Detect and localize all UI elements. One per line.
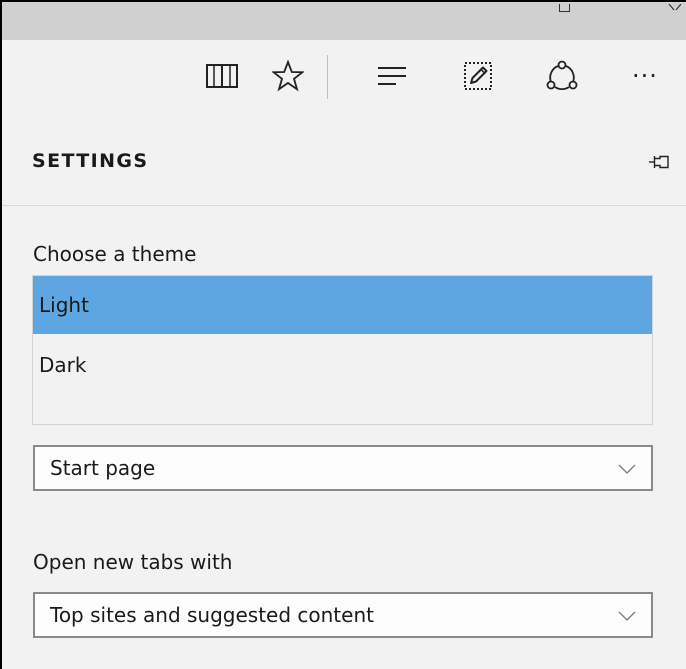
close-icon[interactable] <box>668 4 682 14</box>
theme-option-light[interactable]: Light <box>33 276 652 334</box>
browser-toolbar: ··· <box>2 40 686 119</box>
pin-icon[interactable] <box>649 154 669 170</box>
hub-icon[interactable] <box>370 54 414 98</box>
open-with-value: Start page <box>50 456 156 480</box>
title-bar <box>2 2 686 40</box>
new-tabs-value: Top sites and suggested content <box>50 603 374 627</box>
theme-option-dark[interactable]: Dark <box>33 336 652 394</box>
settings-header: SETTINGS <box>2 119 686 206</box>
theme-label: Choose a theme <box>33 242 197 266</box>
new-tabs-label: Open new tabs with <box>33 550 233 574</box>
settings-title: SETTINGS <box>32 150 149 172</box>
settings-pane: SETTINGS Choose a theme Light Dark Start… <box>2 119 686 669</box>
chevron-down-icon <box>618 464 636 474</box>
reading-view-icon[interactable] <box>200 54 244 98</box>
share-icon[interactable] <box>540 54 584 98</box>
new-tabs-select[interactable]: Top sites and suggested content <box>33 592 653 638</box>
restore-icon[interactable] <box>559 4 570 12</box>
favorites-star-icon[interactable] <box>266 54 310 98</box>
web-note-icon[interactable] <box>456 54 500 98</box>
theme-dropdown-list[interactable]: Light Dark <box>32 275 653 425</box>
chevron-down-icon <box>618 611 636 621</box>
toolbar-separator <box>327 55 328 99</box>
open-with-select[interactable]: Start page <box>33 445 653 491</box>
more-icon[interactable]: ··· <box>632 54 686 98</box>
